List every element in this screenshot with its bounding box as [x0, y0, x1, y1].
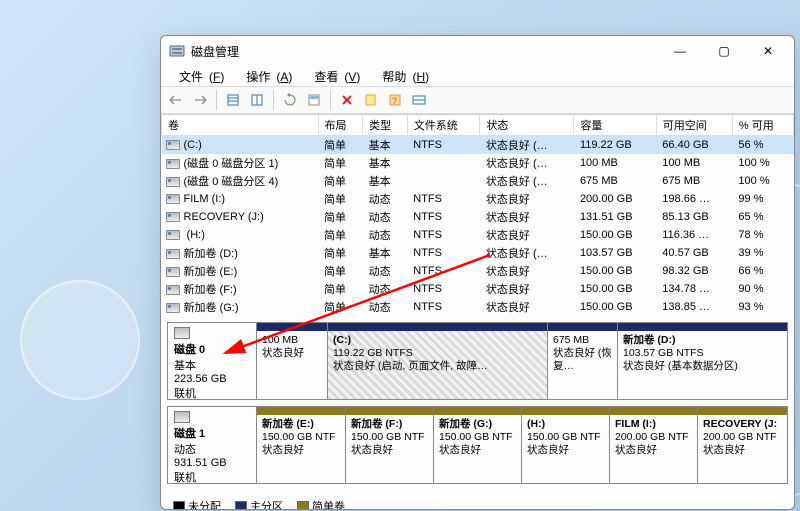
- note-icon[interactable]: [360, 89, 382, 111]
- drive-icon: [166, 212, 180, 222]
- legend-simple: 简单卷: [312, 501, 345, 509]
- partition[interactable]: 新加卷 (E:)150.00 GB NTF状态良好: [257, 407, 345, 483]
- menu-action[interactable]: 操作(A): [234, 67, 298, 86]
- col-header[interactable]: 容量: [574, 115, 656, 136]
- view-list-icon[interactable]: [222, 89, 244, 111]
- col-header[interactable]: 状态: [480, 115, 574, 136]
- legend-unallocated: 未分配: [188, 501, 221, 509]
- menu-view[interactable]: 查看(V): [302, 67, 366, 86]
- disk-icon: [174, 411, 190, 423]
- back-button[interactable]: [165, 89, 187, 111]
- col-header[interactable]: 布局: [318, 115, 363, 136]
- maximize-button[interactable]: ▢: [702, 37, 746, 65]
- volume-row[interactable]: RECOVERY (J:)简单动态NTFS状态良好131.51 GB85.13 …: [162, 208, 794, 226]
- volume-row[interactable]: 新加卷 (E:)简单动态NTFS状态良好150.00 GB98.32 GB66 …: [162, 262, 794, 280]
- volume-row[interactable]: (磁盘 0 磁盘分区 4)简单基本状态良好 (…675 MB675 MB100 …: [162, 172, 794, 190]
- close-button[interactable]: ✕: [746, 37, 790, 65]
- titlebar[interactable]: 磁盘管理 — ▢ ✕: [161, 36, 794, 66]
- drive-icon: [166, 285, 180, 295]
- partition[interactable]: (C:)119.22 GB NTFS状态良好 (启动, 页面文件, 故障…: [327, 323, 547, 399]
- menu-file[interactable]: 文件(F): [167, 67, 230, 86]
- disk-icon: [174, 327, 190, 339]
- volume-row[interactable]: 新加卷 (F:)简单动态NTFS状态良好150.00 GB134.78 …90 …: [162, 280, 794, 298]
- volume-row[interactable]: 新加卷 (D:)简单基本NTFS状态良好 (…103.57 GB40.57 GB…: [162, 244, 794, 262]
- disk-management-window: 磁盘管理 — ▢ ✕ 文件(F) 操作(A) 查看(V) 帮助(H) ? 卷布局…: [160, 35, 795, 510]
- partition[interactable]: 100 MB状态良好: [257, 323, 327, 399]
- drive-icon: [166, 177, 180, 187]
- col-header[interactable]: 卷: [162, 115, 319, 136]
- volume-row[interactable]: FILM (I:)简单动态NTFS状态良好200.00 GB198.66 …99…: [162, 190, 794, 208]
- disk-header[interactable]: 磁盘 1动态931.51 GB联机: [168, 407, 257, 483]
- refresh-icon[interactable]: [279, 89, 301, 111]
- drive-icon: [166, 249, 180, 259]
- help-icon[interactable]: ?: [384, 89, 406, 111]
- disk-row: 磁盘 0基本223.56 GB联机100 MB状态良好(C:)119.22 GB…: [167, 322, 788, 400]
- app-icon: [169, 43, 185, 59]
- menubar: 文件(F) 操作(A) 查看(V) 帮助(H): [161, 66, 794, 86]
- volume-list[interactable]: 卷布局类型文件系统状态容量可用空间% 可用 (C:)简单基本NTFS状态良好 (…: [161, 114, 794, 316]
- disk-header[interactable]: 磁盘 0基本223.56 GB联机: [168, 323, 257, 399]
- volume-row[interactable]: 新加卷 (G:)简单动态NTFS状态良好150.00 GB138.85 …93 …: [162, 298, 794, 316]
- menu-help[interactable]: 帮助(H): [370, 67, 435, 86]
- col-header[interactable]: 可用空间: [656, 115, 732, 136]
- pane-icon[interactable]: [408, 89, 430, 111]
- drive-icon: [166, 303, 180, 313]
- partition[interactable]: 675 MB状态良好 (恢复…: [547, 323, 617, 399]
- drive-icon: [166, 267, 180, 277]
- volume-row[interactable]: (C:)简单基本NTFS状态良好 (…119.22 GB66.40 GB56 %: [162, 136, 794, 155]
- window-title: 磁盘管理: [191, 43, 658, 60]
- delete-icon[interactable]: [336, 89, 358, 111]
- view-details-icon[interactable]: [246, 89, 268, 111]
- col-header[interactable]: % 可用: [732, 115, 793, 136]
- volume-row[interactable]: (H:)简单动态NTFS状态良好150.00 GB116.36 …78 %: [162, 226, 794, 244]
- volume-row[interactable]: (磁盘 0 磁盘分区 1)简单基本状态良好 (…100 MB100 MB100 …: [162, 154, 794, 172]
- drive-icon: [166, 140, 180, 150]
- partition[interactable]: 新加卷 (F:)150.00 GB NTF状态良好: [345, 407, 433, 483]
- drive-icon: [166, 230, 180, 240]
- drive-icon: [166, 159, 180, 169]
- disk-row: 磁盘 1动态931.51 GB联机新加卷 (E:)150.00 GB NTF状态…: [167, 406, 788, 484]
- legend: 未分配 主分区 简单卷: [167, 496, 788, 509]
- properties-icon[interactable]: [303, 89, 325, 111]
- partition[interactable]: (H:)150.00 GB NTF状态良好: [521, 407, 609, 483]
- partition[interactable]: FILM (I:)200.00 GB NTF状态良好: [609, 407, 697, 483]
- toolbar: ?: [161, 86, 794, 114]
- graphical-view: 磁盘 0基本223.56 GB联机100 MB状态良好(C:)119.22 GB…: [161, 316, 794, 509]
- svg-text:?: ?: [392, 96, 397, 106]
- legend-primary: 主分区: [250, 501, 283, 509]
- col-header[interactable]: 文件系统: [407, 115, 480, 136]
- partition[interactable]: RECOVERY (J:200.00 GB NTF状态良好: [697, 407, 787, 483]
- drive-icon: [166, 194, 180, 204]
- partition[interactable]: 新加卷 (D:)103.57 GB NTFS状态良好 (基本数据分区): [617, 323, 787, 399]
- partition[interactable]: 新加卷 (G:)150.00 GB NTF状态良好: [433, 407, 521, 483]
- minimize-button[interactable]: —: [658, 37, 702, 65]
- forward-button[interactable]: [189, 89, 211, 111]
- col-header[interactable]: 类型: [363, 115, 408, 136]
